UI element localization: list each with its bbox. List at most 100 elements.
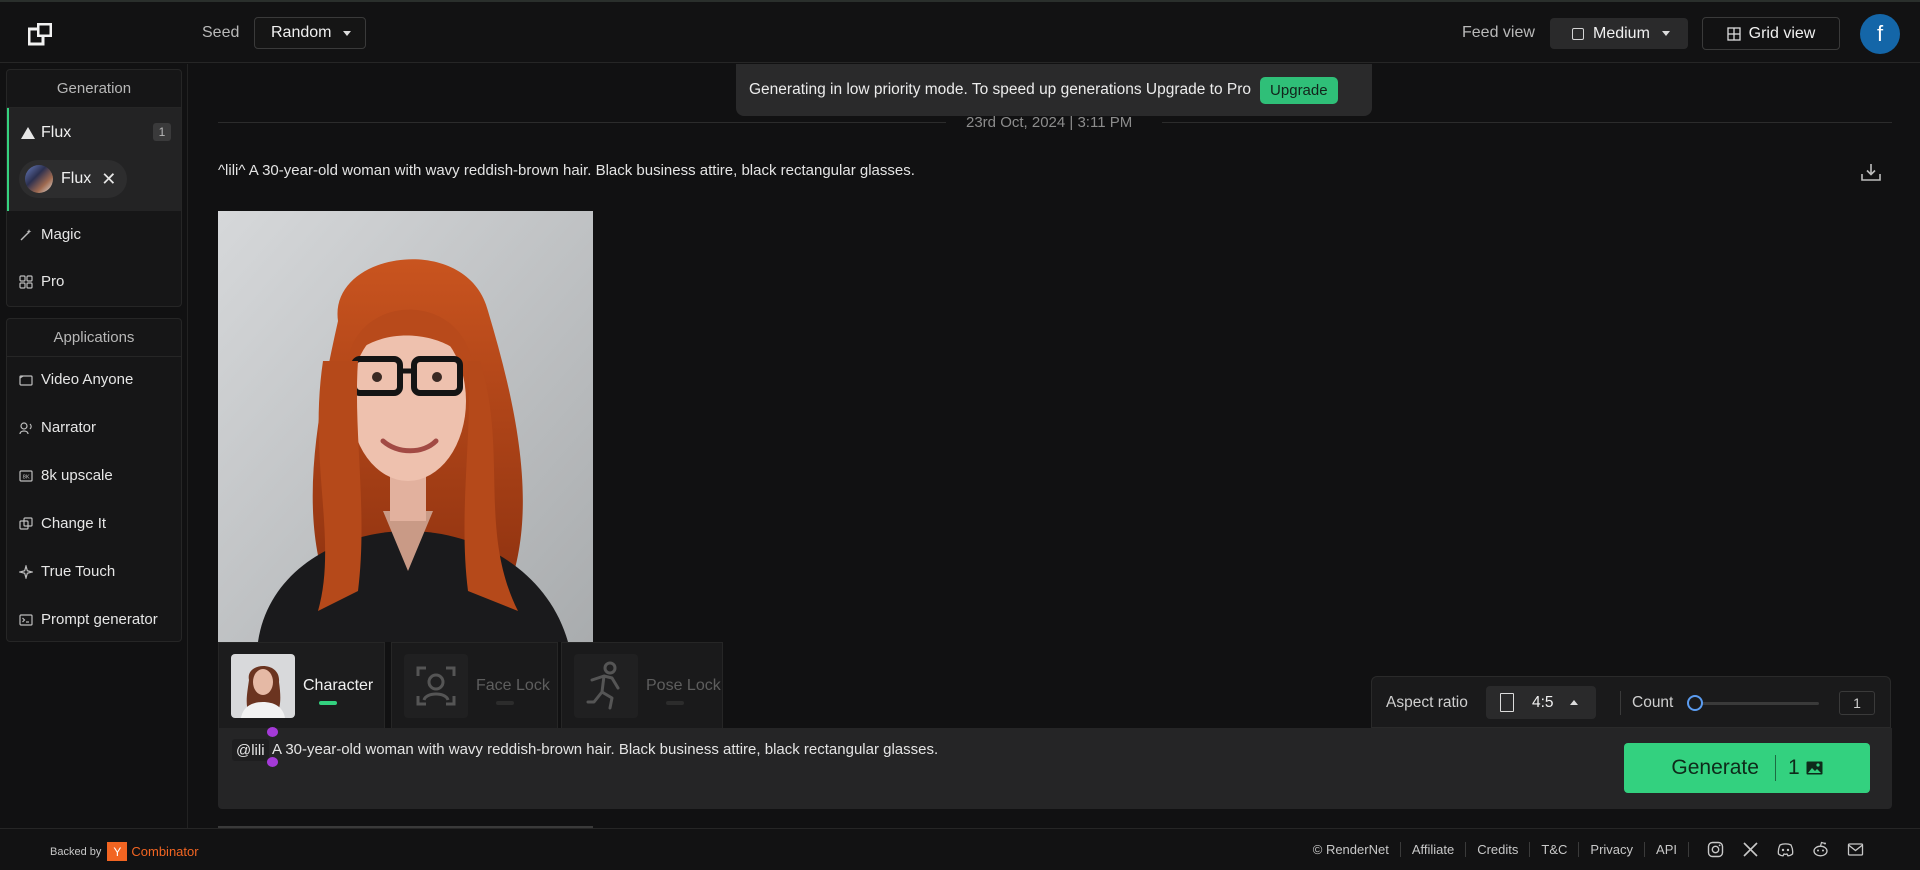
pose-lock-label: Pose Lock [646,677,721,694]
terminal-icon [19,613,33,627]
video-icon [19,373,33,387]
character-indicator [319,701,337,705]
user-avatar[interactable]: f [1860,14,1900,54]
character-thumbnail [231,654,295,718]
tab-pose-lock[interactable]: Pose Lock [561,642,723,728]
sidebar-divider [187,64,188,828]
combinator-label: Combinator [131,844,199,859]
divider [1620,691,1621,715]
magic-label: Magic [41,226,82,243]
face-lock-indicator [496,701,514,705]
chevron-down-icon [343,30,352,36]
sidebar-item-video-anyone[interactable]: Video Anyone [19,371,133,388]
divider [1162,122,1892,123]
grid-view-label: Grid view [1748,24,1816,42]
sidebar-item-true-touch[interactable]: True Touch [19,563,115,580]
narrator-icon [19,421,33,435]
generation-timestamp: 23rd Oct, 2024 | 3:11 PM [966,114,1133,131]
character-mention[interactable]: @lili [232,739,269,761]
mail-icon[interactable] [1847,841,1864,858]
grid-view-button[interactable]: Grid view [1702,17,1840,50]
feed-view-dropdown[interactable]: Medium [1550,18,1688,49]
flux-label: Flux [41,124,72,141]
close-icon[interactable]: ✕ [101,169,116,190]
divider [1774,755,1776,781]
generation-prompt: ^lili^ A 30-year-old woman with wavy red… [218,162,915,179]
count-label: Count [1632,694,1674,711]
svg-text:8K: 8K [22,474,29,480]
sidebar-item-8k-upscale[interactable]: 8K 8k upscale [19,467,113,484]
prompt-input[interactable]: @lili A 30-year-old woman with wavy redd… [218,727,1892,809]
flux-count-badge: 1 [153,123,171,141]
backed-by-yc[interactable]: Backed by Y Combinator [50,842,199,861]
app-logo[interactable] [28,22,54,46]
footer-link-copyright[interactable]: © RenderNet [1313,842,1401,857]
sidebar-item-narrator[interactable]: Narrator [19,419,96,436]
count-value[interactable]: 1 [1839,691,1875,715]
sidebar-item-pro[interactable]: Pro [19,273,64,290]
reddit-icon[interactable] [1812,841,1829,858]
footer-link-tc[interactable]: T&C [1530,842,1580,857]
change-icon [19,516,33,531]
mention-handle-top [267,727,278,737]
footer-links: © RenderNet Affiliate Credits T&C Privac… [1313,841,1864,858]
seed-value: Random [271,24,332,41]
feed-view-value: Medium [1593,24,1650,42]
flux-model-chip[interactable]: Flux ✕ [19,160,127,198]
generation-panel: Generation Flux 1 Flux ✕ Magic Pro [6,69,182,307]
mention-handle-bottom [267,757,278,767]
portrait-illustration [218,211,593,642]
aspect-ratio-dropdown[interactable]: 4:5 [1486,686,1596,719]
sidebar-item-change-it[interactable]: Change It [19,515,106,532]
upscale-icon: 8K [19,469,33,483]
generate-button[interactable]: Generate 1 [1624,743,1870,793]
app-label: Video Anyone [41,371,134,388]
aspect-ratio-label: Aspect ratio [1386,694,1468,711]
footer-link-api[interactable]: API [1645,842,1689,857]
tab-face-lock[interactable]: Face Lock [391,642,558,728]
footer-link-privacy[interactable]: Privacy [1579,842,1646,857]
prompt-text: A 30-year-old woman with wavy reddish-br… [272,741,939,758]
aspect-ratio-value: 4:5 [1532,693,1554,711]
backed-by-label: Backed by [50,845,102,858]
count-slider-handle[interactable] [1687,695,1703,711]
footer-link-credits[interactable]: Credits [1466,842,1531,857]
app-label: Change It [41,515,107,532]
yc-logo: Y [107,842,128,861]
character-label: Character [303,677,374,694]
magic-wand-icon [19,228,33,242]
count-slider-track[interactable] [1694,702,1819,705]
sidebar-item-prompt-generator[interactable]: Prompt generator [19,611,158,628]
model-thumbnail [25,165,53,193]
sidebar-item-magic[interactable]: Magic [19,226,81,243]
seed-dropdown[interactable]: Random [254,17,366,49]
download-icon[interactable] [1860,161,1882,183]
triangle-icon [21,127,35,139]
generation-title: Generation [7,70,181,108]
feed-view-label: Feed view [1462,24,1535,41]
sidebar-item-flux[interactable]: Flux 1 Flux ✕ [7,108,181,211]
app-label: 8k upscale [41,467,113,484]
banner-message: Generating in low priority mode. To spee… [749,81,1252,98]
top-bar: Seed Random Feed view Medium Grid view f [0,0,1920,63]
seed-label: Seed [202,24,240,41]
instagram-icon[interactable] [1707,841,1724,858]
app-label: Narrator [41,419,97,436]
x-twitter-icon[interactable] [1742,841,1759,858]
discord-icon[interactable] [1777,841,1794,858]
pose-lock-indicator [666,701,684,705]
face-lock-label: Face Lock [476,677,550,694]
chevron-down-icon [1661,31,1670,36]
generation-options: Aspect ratio 4:5 Count 1 [1371,676,1891,728]
pro-label: Pro [41,273,65,290]
generated-image[interactable] [218,211,593,642]
footer-link-affiliate[interactable]: Affiliate [1401,842,1467,857]
portrait-ratio-icon [1500,693,1514,712]
app-label: Prompt generator [41,611,158,628]
applications-panel: Applications Video Anyone Narrator 8K 8k… [6,318,182,642]
app-label: True Touch [41,563,116,580]
upgrade-button[interactable]: Upgrade [1260,76,1338,104]
tab-character[interactable]: Character [218,642,385,728]
grid-icon [1727,26,1741,41]
chevron-up-icon [1569,700,1578,705]
